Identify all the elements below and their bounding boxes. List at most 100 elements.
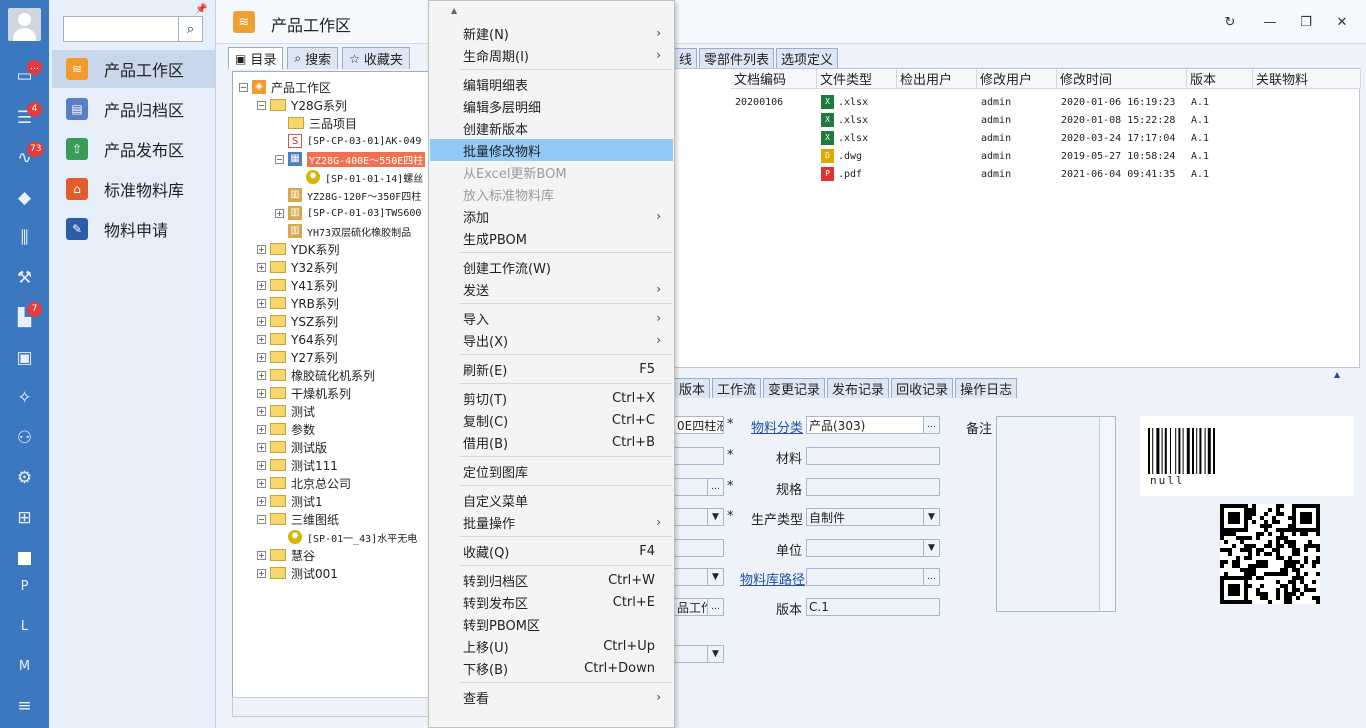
tree-node[interactable]: + Y32系列 <box>257 258 338 276</box>
tree-node[interactable]: − ◈ 产品工作区 <box>239 78 331 96</box>
tree-node[interactable]: + YRB系列 <box>257 294 339 312</box>
tab-change-log[interactable]: 变更记录 <box>763 378 826 398</box>
menu-item[interactable]: 从Excel更新BOM <box>430 161 673 183</box>
tab-operation-log[interactable]: 操作日志 <box>955 378 1018 398</box>
users-icon[interactable]: ⚇ <box>0 418 49 458</box>
menu-item[interactable]: 借用(B) Ctrl+B <box>430 431 673 453</box>
column-header[interactable]: 关联物料 <box>1253 69 1361 89</box>
unit-select[interactable]: ▼ <box>806 539 940 557</box>
minimize-icon[interactable]: — <box>1260 12 1280 32</box>
tree-node[interactable]: 三品项目 <box>275 114 357 132</box>
menu-item[interactable]: 新建(N) › <box>430 22 673 44</box>
menu-item[interactable]: 生成PBOM <box>430 227 673 249</box>
tab-version[interactable]: 版本 <box>674 378 711 398</box>
chevron-down-icon[interactable]: ▼ <box>707 509 723 525</box>
pin-icon[interactable]: 📌 <box>195 4 207 15</box>
table-row[interactable]: X .xlsx admin 2020-03-24 17:17:04 A.1 <box>675 129 1361 147</box>
sliders-icon[interactable]: ⫼ <box>0 218 49 258</box>
expand-toggle-icon[interactable]: + <box>257 316 266 326</box>
tree-node[interactable]: + Y41系列 <box>257 276 338 294</box>
expand-toggle-icon[interactable]: − <box>257 514 266 524</box>
menu-item[interactable]: 转到归档区 Ctrl+W <box>430 569 673 591</box>
expand-toggle-icon[interactable]: + <box>257 244 266 254</box>
table-row[interactable]: X .xlsx admin 2020-01-08 15:22:28 A.1 <box>675 111 1361 129</box>
menu-icon[interactable]: ≡ <box>0 686 49 726</box>
tree-node[interactable]: + Y27系列 <box>257 348 338 366</box>
tree-node[interactable]: + 测试1 <box>257 492 323 510</box>
ellipsis-icon[interactable]: … <box>923 569 939 585</box>
menu-item[interactable]: 批量操作 › <box>430 511 673 533</box>
menu-item[interactable]: 定位到图库 <box>430 460 673 482</box>
tab-line[interactable]: 线 <box>674 48 698 68</box>
menu-item[interactable]: 上移(U) Ctrl+Up <box>430 635 673 657</box>
expand-toggle-icon[interactable]: + <box>257 424 266 434</box>
menu-item[interactable]: 编辑明细表 <box>430 73 673 95</box>
location-field[interactable]: 品工作… <box>674 598 724 616</box>
remark-scrollbar[interactable] <box>1099 417 1115 611</box>
menu-item[interactable]: 转到发布区 Ctrl+E <box>430 591 673 613</box>
archive-icon[interactable]: ▣ <box>0 338 49 378</box>
tab-catalog[interactable]: ▣ 目录 <box>228 47 284 69</box>
menu-item[interactable]: 生命周期(I) › <box>430 44 673 66</box>
tab-release-log[interactable]: 发布记录 <box>827 378 890 398</box>
expand-toggle-icon[interactable]: + <box>257 352 266 362</box>
tree-node[interactable]: + 参数 <box>257 420 315 438</box>
field-row6[interactable]: ▼ <box>674 568 724 586</box>
table-row[interactable]: D .dwg admin 2019-05-27 10:58:24 A.1 <box>675 147 1361 165</box>
tree-node[interactable]: + 慧谷 <box>257 546 315 564</box>
restore-icon[interactable]: ❐ <box>1296 12 1316 32</box>
column-header[interactable]: 文件类型 <box>817 69 897 89</box>
menu-item[interactable]: 刷新(E) F5 <box>430 358 673 380</box>
tree-node[interactable]: + 橡胶硫化机系列 <box>257 366 375 384</box>
expand-toggle-icon[interactable] <box>275 227 284 236</box>
tree-node[interactable]: − Y28G系列 <box>257 96 347 114</box>
expand-toggle-icon[interactable]: + <box>257 298 266 308</box>
chevron-down-icon[interactable]: ▼ <box>923 509 939 525</box>
menu-item[interactable]: 复制(C) Ctrl+C <box>430 409 673 431</box>
menu-item[interactable]: 编辑多层明细 <box>430 95 673 117</box>
tab-parts-list[interactable]: 零部件列表 <box>699 48 775 68</box>
avatar[interactable] <box>8 8 41 41</box>
nav-item-archive[interactable]: ▤ 产品归档区 <box>52 90 215 128</box>
menu-item[interactable]: 添加 › <box>430 205 673 227</box>
expand-toggle-icon[interactable] <box>275 119 284 128</box>
tree-node[interactable]: + 北京总公司 <box>257 474 351 492</box>
tree-node[interactable]: + YSZ系列 <box>257 312 338 330</box>
field-row2[interactable] <box>674 447 724 465</box>
collapse-icon[interactable]: ▲ <box>1334 370 1340 379</box>
menu-item[interactable]: 导出(X) › <box>430 329 673 351</box>
ellipsis-icon[interactable]: … <box>923 417 939 433</box>
chevron-down-icon[interactable]: ▼ <box>707 646 723 662</box>
letter-m[interactable]: M <box>0 646 49 686</box>
category-label[interactable]: 物料分类 <box>751 417 803 436</box>
document-list-icon[interactable]: ☰ 4 <box>0 98 49 138</box>
field-row8[interactable]: ▼ <box>674 645 724 663</box>
library-path-label[interactable]: 物料库路径 <box>740 569 805 588</box>
ellipsis-icon[interactable]: … <box>707 479 723 495</box>
tree-node[interactable]: + YDK系列 <box>257 240 339 258</box>
category-field[interactable]: 产品(303)… <box>806 416 940 434</box>
tree-node[interactable]: ▥ YZ28G-120F～350F四柱 <box>275 186 421 204</box>
tree-node[interactable]: ▥ YH73双层硫化橡胶制品 <box>275 222 411 240</box>
nav-item-standard-library[interactable]: ⌂ 标准物料库 <box>52 170 215 208</box>
close-icon[interactable]: ✕ <box>1332 12 1352 32</box>
search-icon[interactable]: ⌕ <box>178 17 202 41</box>
remark-textarea[interactable] <box>996 416 1116 612</box>
menu-item[interactable]: 转到PBOM区 <box>430 613 673 635</box>
expand-toggle-icon[interactable]: − <box>275 154 284 164</box>
gear-icon[interactable]: ⚙ <box>0 458 49 498</box>
expand-toggle-icon[interactable] <box>293 173 302 182</box>
expand-toggle-icon[interactable]: + <box>257 460 266 470</box>
column-header[interactable]: 检出用户 <box>897 69 977 89</box>
expand-toggle-icon[interactable]: + <box>257 370 266 380</box>
column-header[interactable]: 文档编码 <box>731 69 817 89</box>
expand-toggle-icon[interactable]: + <box>257 406 266 416</box>
tree-node[interactable]: + 测试版 <box>257 438 327 456</box>
tab-option-definition[interactable]: 选项定义 <box>776 48 839 68</box>
column-header[interactable]: 修改用户 <box>977 69 1057 89</box>
wrench-icon[interactable]: ⚒ <box>0 258 49 298</box>
expand-toggle-icon[interactable] <box>275 137 284 146</box>
name-field[interactable]: 0E四柱液 <box>674 416 724 434</box>
material-field[interactable] <box>806 447 940 465</box>
search-input[interactable] <box>66 19 176 39</box>
